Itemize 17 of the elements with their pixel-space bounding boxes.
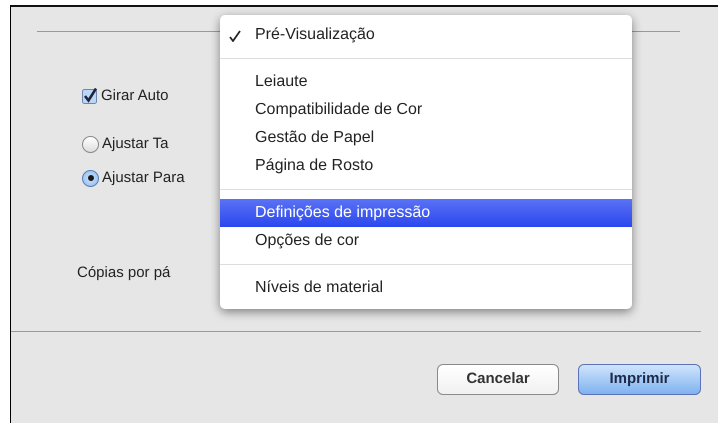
menu-item[interactable]: Leiaute <box>220 68 632 96</box>
checkbox[interactable] <box>82 88 98 104</box>
radio-button[interactable] <box>82 170 99 186</box>
menu-item[interactable]: Página de Rosto <box>220 152 632 180</box>
radio-label: Ajustar Para <box>102 168 185 188</box>
menu-item[interactable]: Opções de cor <box>220 227 632 255</box>
cancel-button[interactable]: Cancelar <box>437 364 559 394</box>
menu-item[interactable]: Definições de impressão <box>220 199 632 227</box>
menu-item[interactable]: Níveis de material <box>220 274 632 302</box>
checkbox-label: Girar Auto <box>101 86 169 106</box>
print-button[interactable]: Imprimir <box>578 364 701 394</box>
menu-item[interactable]: Pré-Visualização <box>220 21 632 49</box>
radio-button[interactable] <box>82 136 99 152</box>
menu-item[interactable]: Compatibilidade de Cor <box>220 96 632 124</box>
radio-label: Ajustar Ta <box>102 134 168 154</box>
menu-item[interactable]: Gestão de Papel <box>220 124 632 152</box>
copies-label: Cópias por pá <box>77 263 172 283</box>
